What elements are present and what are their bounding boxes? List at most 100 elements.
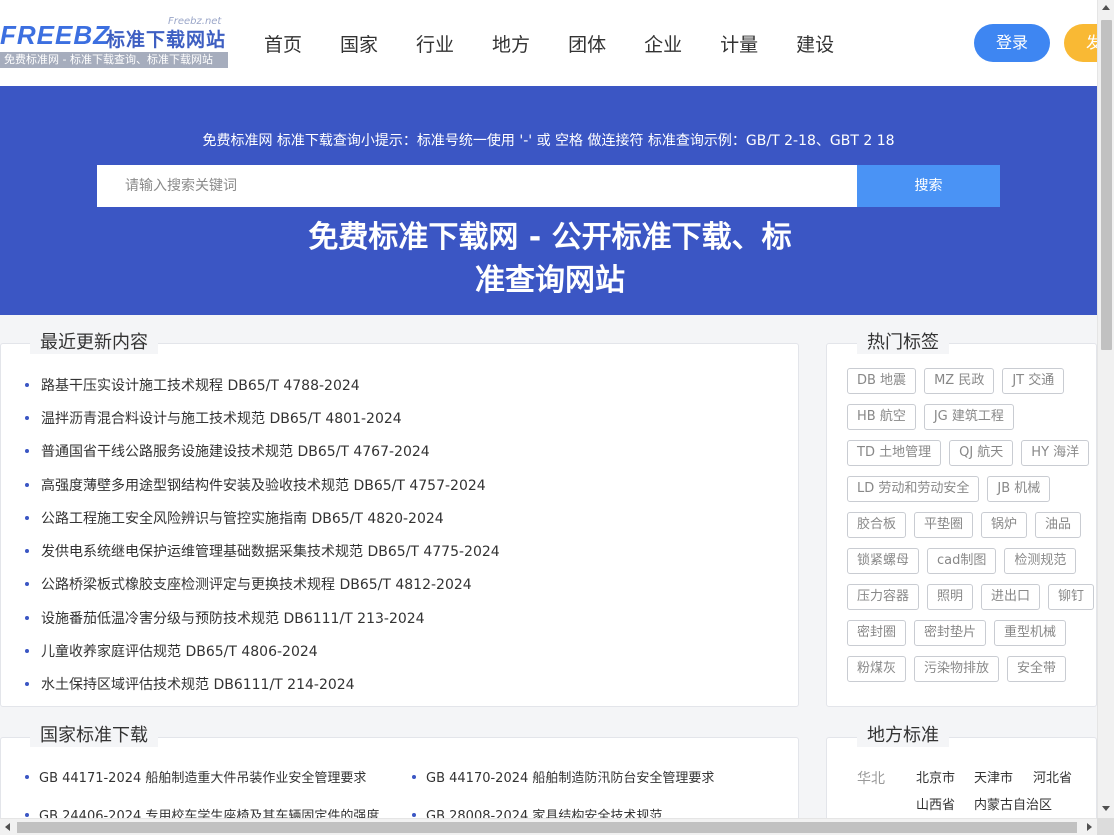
- list-item[interactable]: 公路工程施工安全风险辨识与管控实施指南 DB65/T 4820-2024: [25, 501, 500, 534]
- tag[interactable]: 锁紧螺母: [847, 548, 920, 574]
- update-link[interactable]: 水土保持区域评估技术规范 DB6111/T 214-2024: [41, 674, 355, 694]
- search-input[interactable]: [97, 165, 857, 207]
- scroll-up-icon[interactable]: [1102, 5, 1110, 10]
- bullet-icon: [25, 549, 29, 554]
- update-link[interactable]: 公路桥梁板式橡胶支座检测评定与更换技术规程 DB65/T 4812-2024: [41, 574, 472, 594]
- login-button[interactable]: 登录: [974, 24, 1050, 62]
- tag[interactable]: QJ 航天: [949, 440, 1014, 466]
- nav-metrology[interactable]: 计量: [720, 30, 758, 57]
- region-link[interactable]: 河北省: [1033, 767, 1072, 786]
- search-button[interactable]: 搜索: [857, 165, 1000, 207]
- region-link[interactable]: 天津市: [974, 767, 1013, 786]
- tag[interactable]: 密封垫片: [914, 620, 987, 646]
- bullet-icon: [25, 415, 29, 420]
- search-tip: 免费标准网 标准下载查询小提示：标准号统一使用 '-' 或 空格 做连接符 标准…: [202, 133, 895, 149]
- list-item[interactable]: GB 44171-2024 船舶制造重大件吊装作业安全管理要求: [25, 767, 366, 786]
- hot-tags-card: DB 地震 MZ 民政 JT 交通 HB 航空 JG 建筑工程 TD 土地管理 …: [826, 343, 1097, 707]
- tag[interactable]: JG 建筑工程: [923, 404, 1014, 430]
- tag[interactable]: 铆钉: [1048, 584, 1095, 610]
- update-link[interactable]: 路基干压实设计施工技术规程 DB65/T 4788-2024: [41, 375, 360, 395]
- tag[interactable]: 进出口: [981, 584, 1041, 610]
- tag[interactable]: HB 航空: [847, 404, 916, 430]
- list-item[interactable]: GB 44170-2024 船舶制造防汛防台安全管理要求: [412, 767, 714, 786]
- tag[interactable]: 照明: [927, 584, 974, 610]
- horizontal-scrollbar[interactable]: [0, 818, 1097, 835]
- tag[interactable]: 锅炉: [981, 512, 1028, 538]
- list-item[interactable]: 路基干压实设计施工技术规程 DB65/T 4788-2024: [25, 368, 500, 401]
- tag-row: HB 航空 JG 建筑工程: [847, 404, 1096, 430]
- update-link[interactable]: 公路工程施工安全风险辨识与管控实施指南 DB65/T 4820-2024: [41, 508, 444, 528]
- tag[interactable]: 检测规范: [1004, 548, 1077, 574]
- logo-latin: FREEBZ: [0, 20, 110, 50]
- scroll-left-icon[interactable]: [5, 823, 10, 831]
- tag-row: 锁紧螺母 cad制图 检测规范: [847, 548, 1096, 574]
- region-link[interactable]: 北京市: [916, 767, 955, 786]
- nav-local[interactable]: 地方: [492, 30, 530, 57]
- standard-link[interactable]: GB 44171-2024 船舶制造重大件吊装作业安全管理要求: [39, 767, 366, 786]
- tag[interactable]: 压力容器: [847, 584, 920, 610]
- tag[interactable]: 密封圈: [847, 620, 907, 646]
- main-nav: 首页 国家 行业 地方 团体 企业 计量 建设: [264, 30, 834, 57]
- nav-home[interactable]: 首页: [264, 30, 302, 57]
- site-logo[interactable]: FREEBZ Freebz.net 标准下载网站 免费标准网 - 标准下载查询、…: [0, 16, 230, 68]
- update-link[interactable]: 儿童收养家庭评估规范 DB65/T 4806-2024: [41, 641, 318, 661]
- region-label: 华北: [857, 771, 885, 787]
- scroll-right-icon[interactable]: [1087, 823, 1092, 831]
- tag-row: LD 劳动和劳动安全 JB 机械: [847, 476, 1096, 502]
- page: FREEBZ Freebz.net 标准下载网站 免费标准网 - 标准下载查询、…: [0, 0, 1114, 835]
- hero-banner: 免费标准网 标准下载查询小提示：标准号统一使用 '-' 或 空格 做连接符 标准…: [0, 86, 1097, 315]
- hot-tags-list: DB 地震 MZ 民政 JT 交通 HB 航空 JG 建筑工程 TD 土地管理 …: [847, 368, 1096, 692]
- nav-construction[interactable]: 建设: [796, 30, 834, 57]
- update-link[interactable]: 高强度薄壁多用途型钢结构件安装及验收技术规范 DB65/T 4757-2024: [41, 475, 486, 495]
- list-item[interactable]: 水土保持区域评估技术规范 DB6111/T 214-2024: [25, 668, 500, 701]
- list-item[interactable]: 高强度薄壁多用途型钢结构件安装及验收技术规范 DB65/T 4757-2024: [25, 468, 500, 501]
- bullet-icon: [412, 774, 416, 779]
- list-item[interactable]: 温拌沥青混合料设计与施工技术规范 DB65/T 4801-2024: [25, 401, 500, 434]
- region-link[interactable]: 山西省: [916, 794, 955, 813]
- bullet-icon: [25, 582, 29, 587]
- tag[interactable]: HY 海洋: [1021, 440, 1090, 466]
- tag[interactable]: 重型机械: [994, 620, 1067, 646]
- list-item[interactable]: 公路桥梁板式橡胶支座检测评定与更换技术规程 DB65/T 4812-2024: [25, 568, 500, 601]
- tag[interactable]: LD 劳动和劳动安全: [847, 476, 980, 502]
- tag[interactable]: 胶合板: [847, 512, 907, 538]
- region-link[interactable]: 内蒙古自治区: [974, 794, 1052, 813]
- tag-row: 密封圈 密封垫片 重型机械: [847, 620, 1096, 646]
- update-link[interactable]: 温拌沥青混合料设计与施工技术规范 DB65/T 4801-2024: [41, 408, 402, 428]
- tag[interactable]: DB 地震: [847, 368, 917, 394]
- recent-updates-title: 最近更新内容: [30, 328, 158, 354]
- list-item[interactable]: 设施番茄低温冷害分级与预防技术规范 DB6111/T 213-2024: [25, 601, 500, 634]
- nav-industry[interactable]: 行业: [416, 30, 454, 57]
- vertical-scroll-thumb[interactable]: [1101, 20, 1112, 350]
- nav-enterprise[interactable]: 企业: [644, 30, 682, 57]
- tag-row: 胶合板 平垫圈 锅炉 油品: [847, 512, 1096, 538]
- horizontal-scroll-thumb[interactable]: [17, 822, 1077, 833]
- nav-group[interactable]: 团体: [568, 30, 606, 57]
- list-item[interactable]: 发供电系统继电保护运维管理基础数据采集技术规范 DB65/T 4775-2024: [25, 534, 500, 567]
- tag[interactable]: 油品: [1035, 512, 1082, 538]
- tag[interactable]: JB 机械: [987, 476, 1051, 502]
- standard-link[interactable]: GB 44170-2024 船舶制造防汛防台安全管理要求: [426, 767, 714, 786]
- nav-national[interactable]: 国家: [340, 30, 378, 57]
- tag[interactable]: cad制图: [927, 548, 997, 574]
- tag-row: DB 地震 MZ 民政 JT 交通: [847, 368, 1096, 394]
- tag[interactable]: TD 土地管理: [847, 440, 942, 466]
- tag[interactable]: 平垫圈: [914, 512, 974, 538]
- tag[interactable]: 粉煤灰: [847, 656, 907, 682]
- hot-tags-title: 热门标签: [857, 328, 949, 354]
- bullet-icon: [412, 812, 416, 817]
- list-item[interactable]: 儿童收养家庭评估规范 DB65/T 4806-2024: [25, 634, 500, 667]
- tag[interactable]: 安全带: [1007, 656, 1067, 682]
- bullet-icon: [25, 682, 29, 687]
- update-link[interactable]: 设施番茄低温冷害分级与预防技术规范 DB6111/T 213-2024: [41, 608, 425, 628]
- scroll-down-icon[interactable]: [1102, 806, 1110, 811]
- tag[interactable]: 污染物排放: [914, 656, 1000, 682]
- list-item[interactable]: 普通国省干线公路服务设施建设技术规范 DB65/T 4767-2024: [25, 435, 500, 468]
- vertical-scrollbar[interactable]: [1097, 0, 1114, 818]
- update-link[interactable]: 普通国省干线公路服务设施建设技术规范 DB65/T 4767-2024: [41, 441, 430, 461]
- tag[interactable]: JT 交通: [1002, 368, 1065, 394]
- tag-row: 粉煤灰 污染物排放 安全带: [847, 656, 1096, 682]
- tag[interactable]: MZ 民政: [924, 368, 995, 394]
- bullet-icon: [25, 482, 29, 487]
- update-link[interactable]: 发供电系统继电保护运维管理基础数据采集技术规范 DB65/T 4775-2024: [41, 541, 500, 561]
